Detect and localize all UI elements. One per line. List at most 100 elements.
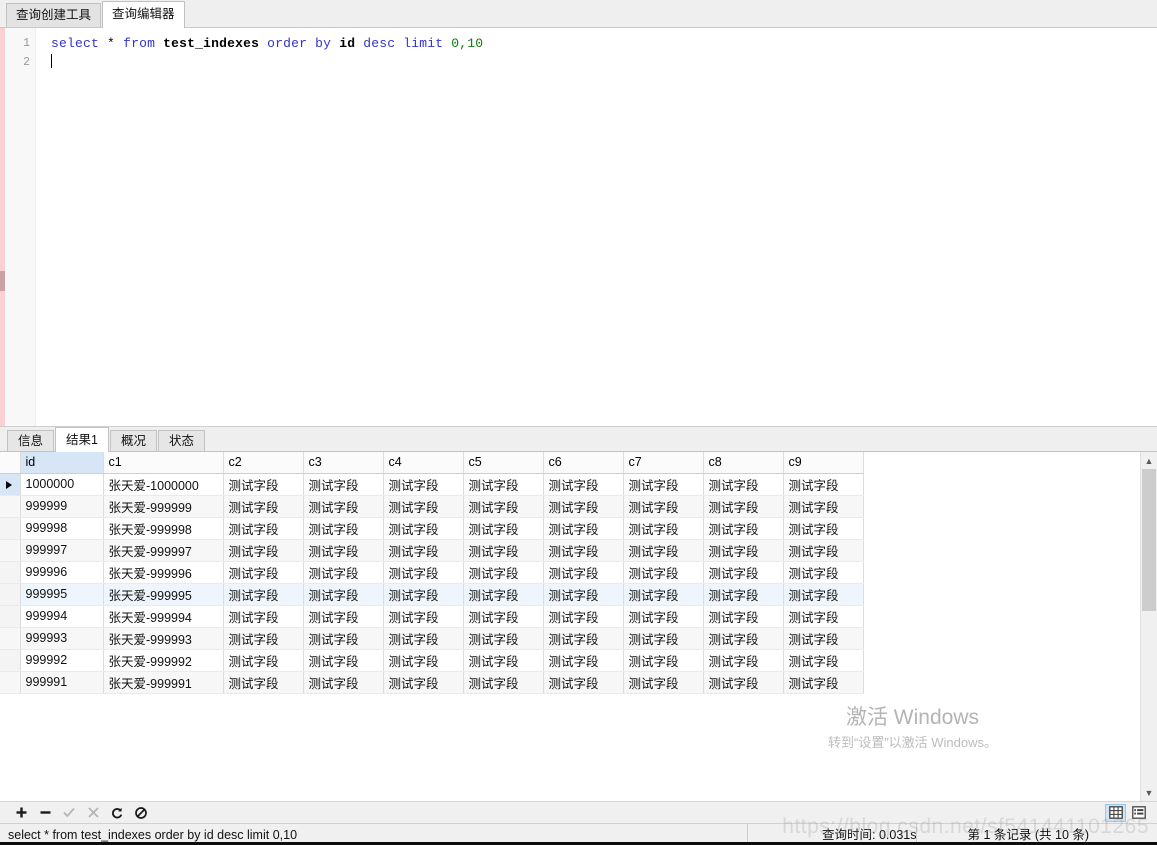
- sql-code-area[interactable]: select * from test_indexes order by id d…: [36, 28, 1157, 426]
- tab-profile[interactable]: 概况: [109, 430, 157, 451]
- cell-c4[interactable]: 测试字段: [383, 517, 464, 540]
- column-header-c5[interactable]: c5: [463, 452, 544, 474]
- cell-c4[interactable]: 测试字段: [383, 671, 464, 694]
- cell-c1[interactable]: 张天爱-999992: [103, 649, 224, 672]
- tab-query-editor[interactable]: 查询编辑器: [102, 1, 185, 28]
- cell-c6[interactable]: 测试字段: [543, 605, 624, 628]
- cell-id[interactable]: 999993: [20, 627, 104, 650]
- row-header-cell[interactable]: [0, 561, 21, 584]
- cell-c5[interactable]: 测试字段: [463, 561, 544, 584]
- cell-id[interactable]: 999994: [20, 605, 104, 628]
- cell-c3[interactable]: 测试字段: [303, 583, 384, 606]
- cell-c7[interactable]: 测试字段: [623, 627, 704, 650]
- cell-c5[interactable]: 测试字段: [463, 627, 544, 650]
- cell-c7[interactable]: 测试字段: [623, 539, 704, 562]
- cell-c6[interactable]: 测试字段: [543, 539, 624, 562]
- cell-c5[interactable]: 测试字段: [463, 671, 544, 694]
- cell-c3[interactable]: 测试字段: [303, 473, 384, 496]
- cell-c2[interactable]: 测试字段: [223, 517, 304, 540]
- cell-c3[interactable]: 测试字段: [303, 561, 384, 584]
- cell-id[interactable]: 1000000: [20, 473, 104, 496]
- column-header-c4[interactable]: c4: [383, 452, 464, 474]
- cell-c9[interactable]: 测试字段: [783, 495, 864, 518]
- cell-c8[interactable]: 测试字段: [703, 539, 784, 562]
- cell-c8[interactable]: 测试字段: [703, 627, 784, 650]
- cell-c4[interactable]: 测试字段: [383, 473, 464, 496]
- cell-id[interactable]: 999997: [20, 539, 104, 562]
- column-header-id[interactable]: id: [20, 452, 104, 474]
- table-row[interactable]: 999999 张天爱-999999 测试字段 测试字段 测试字段 测试字段 测试字段 测试字段…: [0, 495, 864, 518]
- cell-c8[interactable]: 测试字段: [703, 583, 784, 606]
- cell-c9[interactable]: 测试字段: [783, 627, 864, 650]
- cell-c1[interactable]: 张天爱-999999: [103, 495, 224, 518]
- row-header-cell[interactable]: [0, 671, 21, 694]
- cell-c9[interactable]: 测试字段: [783, 649, 864, 672]
- cell-c4[interactable]: 测试字段: [383, 649, 464, 672]
- cell-c3[interactable]: 测试字段: [303, 539, 384, 562]
- scrollbar-thumb[interactable]: [1142, 469, 1156, 611]
- cell-c8[interactable]: 测试字段: [703, 649, 784, 672]
- cell-c2[interactable]: 测试字段: [223, 605, 304, 628]
- cell-c6[interactable]: 测试字段: [543, 649, 624, 672]
- cell-c8[interactable]: 测试字段: [703, 473, 784, 496]
- cell-c9[interactable]: 测试字段: [783, 561, 864, 584]
- cell-c9[interactable]: 测试字段: [783, 583, 864, 606]
- scroll-up-arrow[interactable]: ▲: [1141, 452, 1157, 469]
- cell-c4[interactable]: 测试字段: [383, 605, 464, 628]
- table-row[interactable]: 999995 张天爱-999995 测试字段 测试字段 测试字段 测试字段 测试字段 测试字段…: [0, 583, 864, 606]
- cell-c2[interactable]: 测试字段: [223, 649, 304, 672]
- cell-c5[interactable]: 测试字段: [463, 583, 544, 606]
- cell-c6[interactable]: 测试字段: [543, 517, 624, 540]
- cell-c7[interactable]: 测试字段: [623, 649, 704, 672]
- cell-c6[interactable]: 测试字段: [543, 627, 624, 650]
- cell-c7[interactable]: 测试字段: [623, 495, 704, 518]
- cell-c5[interactable]: 测试字段: [463, 517, 544, 540]
- grid-view-button[interactable]: [1105, 803, 1126, 822]
- tab-status[interactable]: 状态: [157, 430, 205, 451]
- cell-c2[interactable]: 测试字段: [223, 495, 304, 518]
- table-row[interactable]: 1000000 张天爱-1000000 测试字段 测试字段 测试字段 测试字段 测试字段 测试…: [0, 473, 864, 496]
- cell-c1[interactable]: 张天爱-999997: [103, 539, 224, 562]
- cell-c6[interactable]: 测试字段: [543, 671, 624, 694]
- cell-c4[interactable]: 测试字段: [383, 583, 464, 606]
- column-header-c1[interactable]: c1: [103, 452, 224, 474]
- scroll-down-arrow[interactable]: ▼: [1141, 784, 1157, 801]
- cell-c2[interactable]: 测试字段: [223, 583, 304, 606]
- cell-c9[interactable]: 测试字段: [783, 539, 864, 562]
- cell-c1[interactable]: 张天爱-999991: [103, 671, 224, 694]
- add-record-button[interactable]: [9, 803, 33, 823]
- cell-id[interactable]: 999995: [20, 583, 104, 606]
- result-grid-body[interactable]: id c1 c2 c3 c4 c5 c6 c7 c8 c9 1000000 张天爱-1000000 测…: [0, 452, 1140, 801]
- cell-c9[interactable]: 测试字段: [783, 671, 864, 694]
- scrollbar-track[interactable]: [1141, 469, 1157, 784]
- row-header-cell[interactable]: [0, 605, 21, 628]
- cell-c9[interactable]: 测试字段: [783, 605, 864, 628]
- cell-c5[interactable]: 测试字段: [463, 473, 544, 496]
- cell-c1[interactable]: 张天爱-1000000: [103, 473, 224, 496]
- row-header-cell[interactable]: [0, 517, 21, 540]
- table-row[interactable]: 999994 张天爱-999994 测试字段 测试字段 测试字段 测试字段 测试字段 测试字段…: [0, 605, 864, 628]
- cell-id[interactable]: 999999: [20, 495, 104, 518]
- cell-c4[interactable]: 测试字段: [383, 539, 464, 562]
- table-row[interactable]: 999998 张天爱-999998 测试字段 测试字段 测试字段 测试字段 测试字段 测试字段…: [0, 517, 864, 540]
- cell-c7[interactable]: 测试字段: [623, 671, 704, 694]
- cell-c3[interactable]: 测试字段: [303, 671, 384, 694]
- cell-c6[interactable]: 测试字段: [543, 583, 624, 606]
- cell-c3[interactable]: 测试字段: [303, 495, 384, 518]
- cell-c4[interactable]: 测试字段: [383, 495, 464, 518]
- table-row[interactable]: 999997 张天爱-999997 测试字段 测试字段 测试字段 测试字段 测试字段 测试字段…: [0, 539, 864, 562]
- cell-c7[interactable]: 测试字段: [623, 517, 704, 540]
- table-row[interactable]: 999993 张天爱-999993 测试字段 测试字段 测试字段 测试字段 测试字段 测试字段…: [0, 627, 864, 650]
- cell-id[interactable]: 999996: [20, 561, 104, 584]
- row-header-cell[interactable]: [0, 583, 21, 606]
- column-header-c2[interactable]: c2: [223, 452, 304, 474]
- tab-info[interactable]: 信息: [7, 430, 55, 451]
- refresh-button[interactable]: [105, 803, 129, 823]
- cell-c1[interactable]: 张天爱-999993: [103, 627, 224, 650]
- cell-c2[interactable]: 测试字段: [223, 627, 304, 650]
- cell-c4[interactable]: 测试字段: [383, 561, 464, 584]
- column-header-c9[interactable]: c9: [783, 452, 864, 474]
- column-header-c6[interactable]: c6: [543, 452, 624, 474]
- cell-id[interactable]: 999991: [20, 671, 104, 694]
- cell-c8[interactable]: 测试字段: [703, 495, 784, 518]
